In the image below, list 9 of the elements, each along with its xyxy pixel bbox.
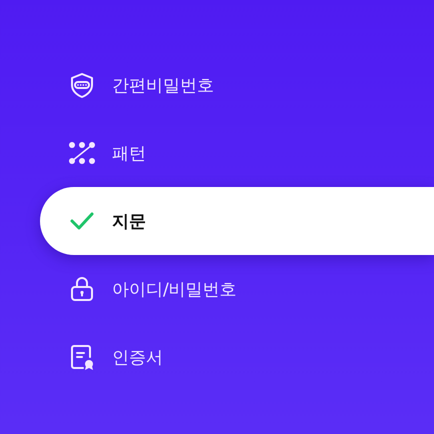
menu-item[interactable]: 인증서 — [40, 323, 434, 391]
menu-item[interactable]: 간편비밀번호 — [40, 51, 434, 119]
shield-icon — [68, 71, 96, 99]
pattern-icon — [68, 139, 96, 167]
menu-item[interactable]: 패턴 — [40, 119, 434, 187]
selected-menu-item[interactable]: 지문 — [40, 187, 434, 255]
certificate-icon — [68, 343, 96, 371]
menu-item[interactable]: 아이디/비밀번호 — [40, 255, 434, 323]
lock-icon — [68, 275, 96, 303]
